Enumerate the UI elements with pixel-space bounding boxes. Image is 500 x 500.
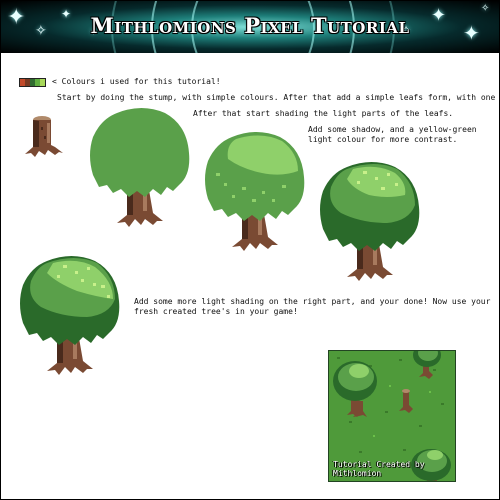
page-title: Mithlomions Pixel Tutorial — [90, 13, 410, 38]
tree-stage-finished — [20, 256, 120, 375]
palette-swatch — [40, 79, 45, 86]
palette-label: < Colours i used for this tutorial! — [52, 77, 221, 86]
color-palette — [19, 78, 46, 87]
header-banner: ✦ ✧ ✦ ✧ ✧ ✦ ✦ ✧ Mithlomions Pixel Tutori… — [1, 1, 499, 53]
tutorial-canvas: ✦ ✧ ✦ ✧ ✧ ✦ ✦ ✧ Mithlomions Pixel Tutori… — [0, 0, 500, 500]
caption-line-2: Mithlomion — [333, 469, 382, 478]
step-1-text: Start by doing the stump, with simple co… — [57, 93, 500, 102]
tree-stage-shadow-contrast — [320, 162, 420, 281]
tree-stage-light-shading — [205, 132, 305, 251]
tree-stage-stump — [25, 116, 63, 157]
step-4-text-line2: fresh created tree's in your game! — [134, 307, 298, 316]
step-3-text-line1: Add some shadow, and a yellow-green — [308, 125, 477, 134]
step-2-text: After that start shading the light parts… — [193, 109, 454, 118]
step-3-text-line2: light colour for more contrast. — [308, 135, 458, 144]
caption-line-1: Tutorial Created by — [333, 460, 425, 469]
step-4-text-line1: Add some more light shading on the right… — [134, 297, 491, 306]
tree-stage-flat-leaves — [90, 108, 190, 227]
game-screenshot: Tutorial Created by Mithlomion — [328, 350, 456, 482]
screenshot-caption: Tutorial Created by Mithlomion — [333, 460, 443, 478]
